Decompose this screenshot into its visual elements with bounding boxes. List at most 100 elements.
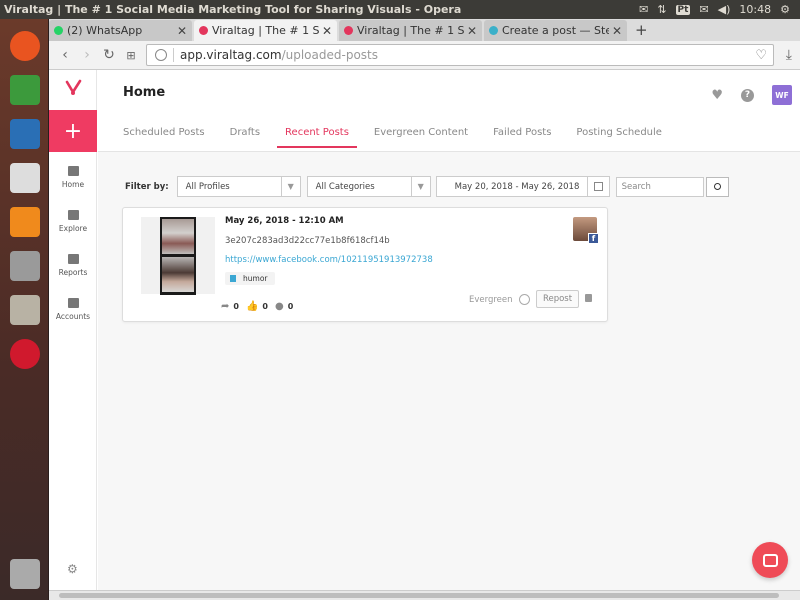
accounts-icon	[67, 298, 79, 308]
header-icons: ♥ ? WF	[711, 85, 792, 105]
opera-app-icon[interactable]	[4, 333, 45, 374]
new-tab-button[interactable]: +	[629, 21, 654, 39]
main-content: Home ♥ ? WF Scheduled Posts Drafts Recen…	[98, 70, 800, 590]
calendar-icon[interactable]	[586, 177, 609, 196]
categories-select[interactable]: All Categories ▼	[306, 176, 431, 197]
heart-icon[interactable]: ♥	[711, 88, 723, 103]
tab-scheduled-posts[interactable]: Scheduled Posts	[123, 127, 205, 148]
evergreen-toggle[interactable]: Evergreen	[469, 294, 530, 305]
add-post-button[interactable]: +	[49, 110, 97, 152]
likes-stat: 👍 0	[246, 301, 268, 312]
gear-icon[interactable]: ⚙	[780, 3, 790, 16]
user-avatar[interactable]: WF	[772, 85, 792, 105]
tab-label: (2) WhatsApp	[67, 24, 143, 37]
comment-icon: ●	[275, 301, 284, 312]
categories-select-value: All Categories	[315, 181, 375, 192]
mail-icon-2[interactable]: ✉	[699, 3, 708, 16]
download-app-icon[interactable]	[4, 201, 45, 242]
network-icon[interactable]: ⇅	[657, 3, 666, 16]
speed-dial-grid-icon[interactable]: ⊞	[120, 49, 142, 62]
profile-avatar: f	[573, 217, 599, 244]
post-card: May 26, 2018 - 12:10 AM 3e207c283ad3d22c…	[122, 207, 608, 322]
shares-stat: ➦ 0	[221, 301, 239, 312]
chat-icon	[762, 553, 778, 567]
tab-label: Create a post — Stee	[502, 24, 609, 37]
browser-address-bar: ‹ › ↻ ⊞ app.viraltag.com /uploaded-posts…	[49, 41, 800, 70]
page-header: Home ♥ ? WF Scheduled Posts Drafts Recen…	[98, 70, 800, 152]
horizontal-scrollbar[interactable]	[49, 590, 800, 600]
volume-icon[interactable]: ◀)	[718, 3, 731, 16]
spreadsheet-app-icon[interactable]	[4, 69, 45, 110]
steemit-favicon-icon	[489, 26, 498, 35]
reload-icon[interactable]: ↻	[98, 47, 120, 63]
tag-label: humor	[243, 274, 268, 283]
download-icon[interactable]: ⤓	[786, 47, 792, 63]
trash-icon[interactable]	[585, 294, 592, 302]
search-icon	[713, 183, 721, 190]
post-image-frame-top	[162, 219, 194, 254]
evergreen-label: Evergreen	[469, 294, 513, 305]
sidebar-item-home[interactable]: Home	[49, 166, 97, 189]
date-range-input[interactable]: May 20, 2018 - May 26, 2018	[435, 176, 610, 197]
shares-count: 0	[233, 302, 239, 311]
whatsapp-favicon-icon	[54, 26, 63, 35]
os-top-panel: Viraltag | The # 1 Social Media Marketin…	[0, 0, 800, 19]
profiles-select[interactable]: All Profiles ▼	[176, 176, 301, 197]
browser-tab-viraltag-active[interactable]: Viraltag | The # 1 Soc ✕	[194, 20, 337, 41]
chat-support-button[interactable]	[752, 542, 788, 578]
forward-arrow-icon[interactable]: ›	[76, 47, 98, 63]
sidebar-item-accounts[interactable]: Accounts	[49, 298, 97, 321]
post-category-tag: humor	[225, 272, 275, 285]
url-input[interactable]: app.viraltag.com /uploaded-posts ♡	[146, 44, 774, 66]
writer-app-icon[interactable]	[4, 113, 45, 154]
mail-icon[interactable]: ✉	[639, 3, 648, 16]
close-tab-icon[interactable]: ✕	[322, 24, 332, 38]
explore-icon	[67, 210, 79, 220]
search-input[interactable]: Search	[615, 176, 704, 197]
back-arrow-icon[interactable]: ‹	[54, 47, 76, 63]
sidebar-item-explore[interactable]: Explore	[49, 210, 97, 233]
viraltag-logo-icon[interactable]	[65, 79, 83, 97]
tab-drafts[interactable]: Drafts	[230, 127, 260, 148]
sidebar-item-label: Accounts	[55, 312, 91, 321]
close-tab-icon[interactable]: ✕	[467, 24, 477, 38]
url-domain: app.viraltag.com	[180, 48, 282, 62]
repost-button[interactable]: Repost	[536, 290, 579, 308]
bookmark-heart-icon[interactable]: ♡	[755, 48, 767, 63]
profiles-select-value: All Profiles	[185, 181, 230, 192]
tab-failed-posts[interactable]: Failed Posts	[493, 127, 551, 148]
printer-app-icon[interactable]	[4, 157, 45, 198]
comments-count: 0	[287, 302, 294, 311]
browser-tab-whatsapp[interactable]: (2) WhatsApp ✕	[49, 20, 192, 41]
settings-gear-icon[interactable]: ⚙	[67, 562, 78, 576]
help-icon[interactable]: ?	[741, 88, 754, 102]
tab-recent-posts[interactable]: Recent Posts	[277, 127, 357, 148]
ubuntu-logo-icon[interactable]	[4, 25, 45, 66]
reports-icon	[67, 254, 79, 264]
browser-tab-viraltag[interactable]: Viraltag | The # 1 Soc ✕	[339, 20, 482, 41]
post-image-frame-bottom	[162, 257, 194, 292]
clock[interactable]: 10:48	[739, 3, 771, 16]
file-manager-app-icon[interactable]	[4, 289, 45, 330]
evergreen-radio[interactable]	[518, 294, 530, 305]
close-tab-icon[interactable]: ✕	[612, 24, 622, 38]
viraltag-favicon-icon	[344, 26, 353, 35]
post-date: May 26, 2018 - 12:10 AM	[225, 216, 344, 226]
chevron-down-icon: ▼	[410, 177, 430, 196]
calculator-app-icon[interactable]	[4, 245, 45, 286]
close-tab-icon[interactable]: ✕	[177, 24, 187, 38]
trash-app-icon[interactable]	[4, 553, 45, 594]
keyboard-layout-indicator[interactable]: Pt	[675, 4, 691, 15]
thumbs-up-icon: 👍	[245, 301, 259, 312]
tab-posting-schedule[interactable]: Posting Schedule	[576, 127, 662, 148]
facebook-icon: f	[588, 233, 599, 244]
browser-tab-create-post[interactable]: Create a post — Stee ✕	[484, 20, 627, 41]
search-button[interactable]	[705, 176, 729, 197]
sidebar-item-label: Explore	[58, 224, 88, 233]
sidebar-item-reports[interactable]: Reports	[49, 254, 97, 277]
post-link[interactable]: https://www.facebook.com/102119519139727…	[225, 255, 433, 265]
page-title: Home	[123, 85, 166, 100]
scrollbar-thumb[interactable]	[59, 593, 779, 598]
tab-evergreen-content[interactable]: Evergreen Content	[374, 127, 468, 148]
post-thumbnail[interactable]	[141, 217, 215, 295]
